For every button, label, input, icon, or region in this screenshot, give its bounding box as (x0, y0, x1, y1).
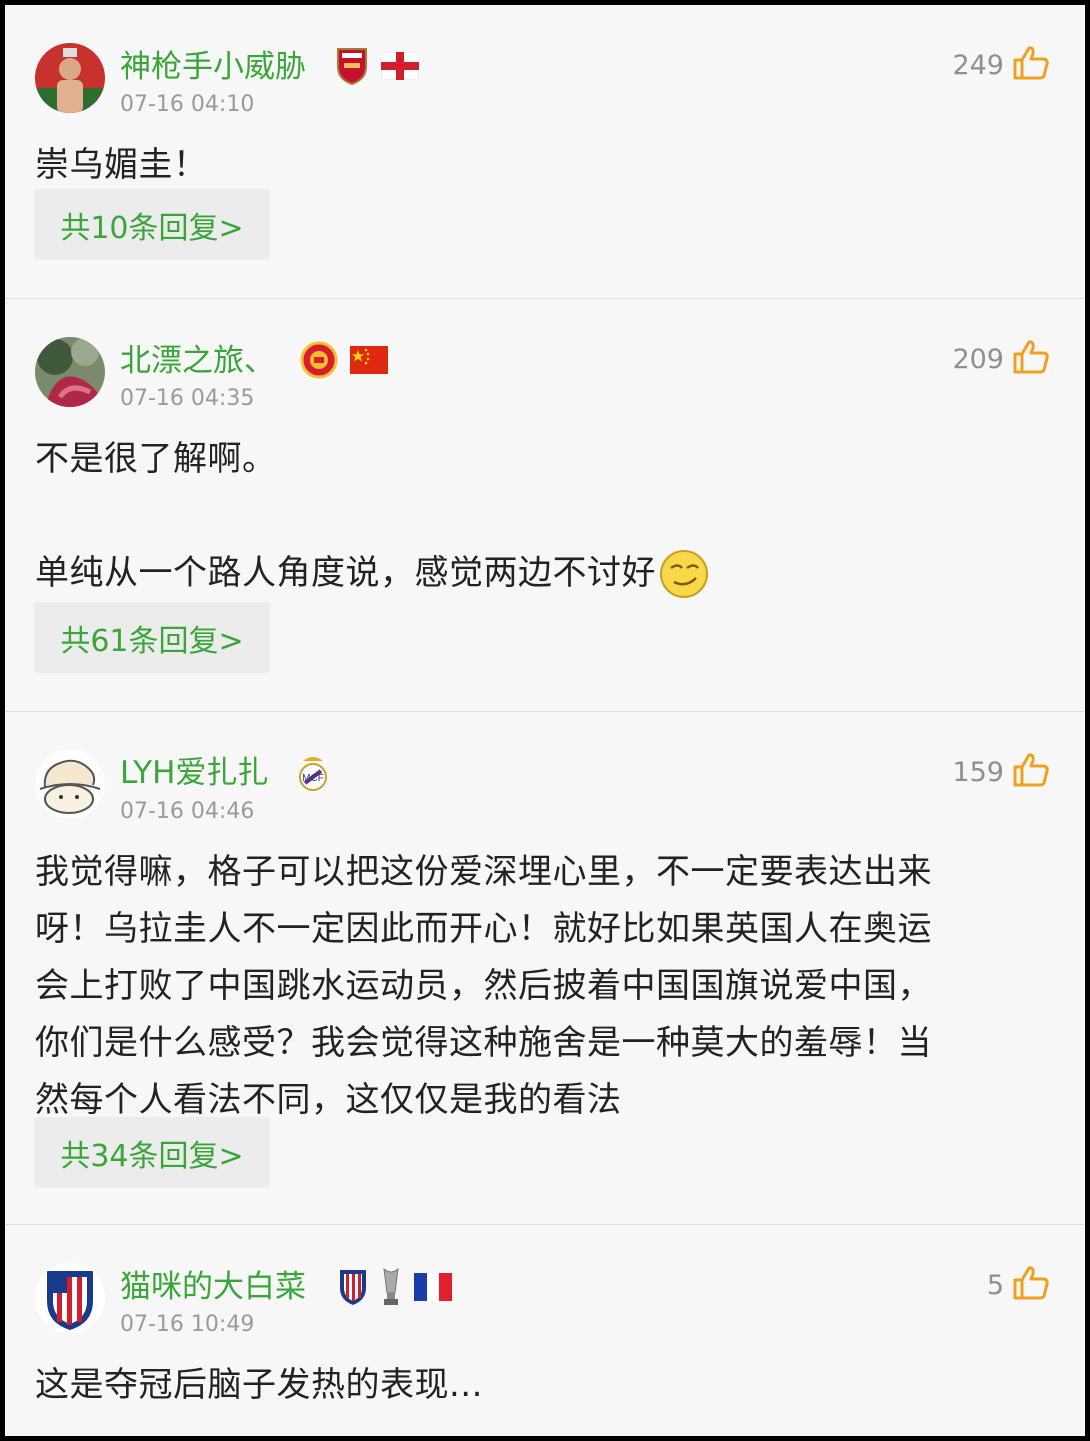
comment-text: 我觉得嘛，格子可以把这份爱深埋心里，不一定要表达出来 呀！乌拉圭人不一定因此而开… (35, 852, 932, 1120)
comment-text: 不是很了解啊。 单纯从一个路人角度说，感觉两边不讨好 (35, 431, 1035, 602)
like-button[interactable]: 249 (952, 45, 1050, 85)
avatar[interactable] (35, 749, 105, 819)
comment-time: 07-16 10:49 (120, 1312, 255, 1337)
comment-text: 这是夺冠后脑子发热的表现... (35, 1365, 483, 1405)
comment-list: 神枪手小威胁 07-16 04:10 249 崇乌媚圭！ 共10条回复> 北漂之… (5, 5, 1085, 1436)
comment-item: LYH爱扎扎 MCF 07-16 04:46 159 我觉得嘛，格子可以把这份爱… (5, 712, 1085, 1224)
china-flag-icon (350, 346, 388, 374)
atletico-crest-icon (338, 1268, 368, 1306)
like-count: 159 (952, 756, 1004, 788)
thumbs-up-icon (1012, 752, 1050, 792)
avatar[interactable] (35, 1263, 105, 1333)
view-replies-button[interactable]: 共10条回复> (34, 189, 270, 260)
france-flag-icon (414, 1273, 452, 1301)
view-replies-button[interactable]: 共61条回复> (34, 602, 270, 673)
user-badges: MCF (297, 753, 329, 793)
thumbs-up-icon (1012, 1265, 1050, 1305)
like-count: 209 (952, 343, 1004, 375)
avatar[interactable] (35, 337, 105, 407)
user-badges (300, 341, 388, 379)
man-utd-crest-icon (300, 341, 338, 379)
comment-text: 崇乌媚圭！ (35, 145, 208, 185)
thumbs-up-icon (1012, 339, 1050, 379)
username[interactable]: 猫咪的大白菜 (120, 1267, 306, 1307)
real-madrid-crest-icon: MCF (297, 753, 329, 793)
like-count: 249 (952, 49, 1004, 81)
england-flag-icon (381, 52, 419, 80)
like-button[interactable]: 209 (952, 339, 1050, 379)
username[interactable]: LYH爱扎扎 (120, 753, 268, 793)
thumbs-up-icon (1012, 45, 1050, 85)
svg-text:MCF: MCF (302, 773, 324, 784)
user-badges (335, 47, 419, 85)
comment-item: 北漂之旅、 07-16 04:35 209 不是很了解啊。 单纯从一个路人角度说… (5, 299, 1085, 711)
username[interactable]: 北漂之旅、 (120, 341, 275, 381)
europa-trophy-icon (380, 1267, 402, 1307)
avatar[interactable] (35, 43, 105, 113)
like-button[interactable]: 5 (987, 1265, 1050, 1305)
comment-item: 猫咪的大白菜 07-16 10:49 5 这是夺冠后脑子发热的表现... (5, 1225, 1085, 1436)
like-button[interactable]: 159 (952, 752, 1050, 792)
like-count: 5 (986, 1269, 1004, 1301)
comment-time: 07-16 04:10 (120, 92, 255, 117)
comment-time: 07-16 04:35 (120, 386, 255, 411)
view-replies-button[interactable]: 共34条回复> (34, 1117, 270, 1188)
arsenal-crest-icon (335, 47, 369, 85)
smirk-emoji-icon (658, 548, 710, 600)
username[interactable]: 神枪手小威胁 (120, 47, 306, 87)
user-badges (338, 1267, 452, 1307)
comment-time: 07-16 04:46 (120, 799, 255, 824)
comment-item: 神枪手小威胁 07-16 04:10 249 崇乌媚圭！ 共10条回复> (5, 5, 1085, 299)
